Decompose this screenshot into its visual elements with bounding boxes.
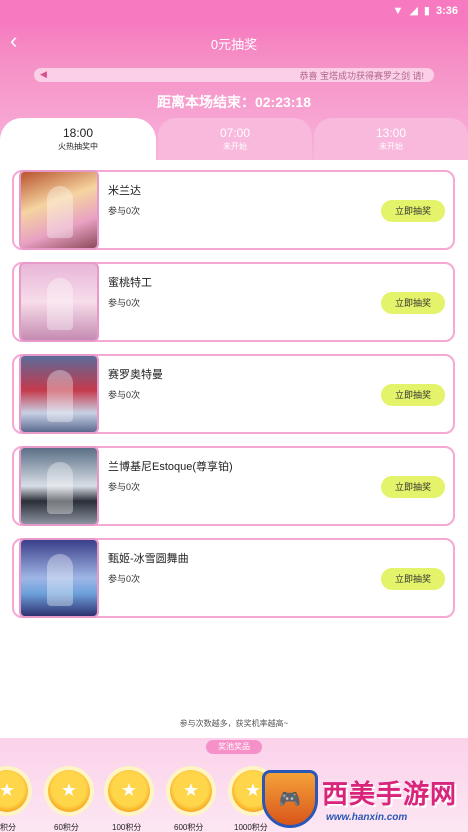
status-bar: ▼ ◢ ▮ 3:36 xyxy=(0,0,468,22)
reward-pool-badge: 奖池奖品 xyxy=(206,740,262,754)
coin-icon: ★ xyxy=(170,770,212,812)
prize-image xyxy=(19,262,99,342)
tab-1300[interactable]: 13:00 未开始 xyxy=(314,118,468,160)
prize-image xyxy=(19,170,99,250)
status-time: 3:36 xyxy=(435,4,458,17)
prize-image xyxy=(19,446,99,526)
draw-button[interactable]: 立即抽奖 xyxy=(381,568,445,590)
battery-icon: ▮ xyxy=(423,5,430,17)
participation-count: 参与0次 xyxy=(108,574,141,584)
list-item: 甄姬-冰雪圆舞曲 参与0次 立即抽奖 xyxy=(12,538,455,618)
countdown-timer: 距离本场结束：02:23:18 xyxy=(156,94,312,110)
watermark-brand: 西美手游网 xyxy=(322,779,458,809)
prize-name: 蜜桃特工 xyxy=(108,277,152,289)
signal-icon: ◢ xyxy=(409,5,418,17)
draw-button[interactable]: 立即抽奖 xyxy=(381,476,445,498)
coin-icon: ★ xyxy=(108,770,150,812)
marquee-text: 恭喜 宝塔成功获得赛罗之剑 请! xyxy=(299,71,424,81)
hint-text: 参与次数越多，获奖机率越高~ xyxy=(179,719,289,728)
list-item: 蜜桃特工 参与0次 立即抽奖 xyxy=(12,262,455,342)
prize-name: 赛罗奥特曼 xyxy=(108,369,163,381)
page-title: 0元抽奖 xyxy=(210,37,258,52)
prize-image xyxy=(19,538,99,618)
list-item: 米兰达 参与0次 立即抽奖 xyxy=(12,170,455,250)
tab-1800[interactable]: 18:00 火热抽奖中 xyxy=(0,118,156,160)
tab-time: 18:00 xyxy=(62,126,94,140)
wifi-icon: ▼ xyxy=(392,4,404,17)
draw-button[interactable]: 立即抽奖 xyxy=(381,384,445,406)
coin-label: 积分 xyxy=(0,823,16,832)
marquee-bar: ◀ 恭喜 宝塔成功获得赛罗之剑 请! xyxy=(34,68,434,82)
session-tabs: 18:00 火热抽奖中 07:00 未开始 13:00 未开始 xyxy=(0,118,468,160)
tab-time: 13:00 xyxy=(375,126,407,140)
prize-name: 甄姬-冰雪圆舞曲 xyxy=(108,553,189,565)
prize-name: 米兰达 xyxy=(108,185,141,197)
tab-time: 07:00 xyxy=(219,126,251,140)
draw-button[interactable]: 立即抽奖 xyxy=(381,200,445,222)
prize-image xyxy=(19,354,99,434)
speaker-icon: ◀ xyxy=(40,69,47,79)
list-item: 兰博基尼Estoque(尊享铂) 参与0次 立即抽奖 xyxy=(12,446,455,526)
watermark-url: www.hanxin.com xyxy=(326,812,408,823)
participation-count: 参与0次 xyxy=(108,206,141,216)
top-bar: ‹ 0元抽奖 xyxy=(0,22,468,64)
gamepad-icon: 🎮 xyxy=(262,770,318,828)
coin-label: 100积分 xyxy=(112,823,142,832)
draw-button[interactable]: 立即抽奖 xyxy=(381,292,445,314)
tab-0700[interactable]: 07:00 未开始 xyxy=(158,118,312,160)
coin-icon: ★ xyxy=(0,770,28,812)
tab-status: 未开始 xyxy=(379,142,403,151)
status-icons: ▼ ◢ ▮ 3:36 xyxy=(392,4,458,18)
participation-count: 参与0次 xyxy=(108,298,141,308)
coin-label: 60积分 xyxy=(54,823,79,832)
coin-label: 600积分 xyxy=(174,823,204,832)
participation-count: 参与0次 xyxy=(108,390,141,400)
list-item: 赛罗奥特曼 参与0次 立即抽奖 xyxy=(12,354,455,434)
participation-count: 参与0次 xyxy=(108,482,141,492)
tab-status: 未开始 xyxy=(223,142,247,151)
coin-icon: ★ xyxy=(48,770,90,812)
watermark-logo: 🎮 西美手游网 www.hanxin.com xyxy=(262,770,462,832)
tab-status: 火热抽奖中 xyxy=(58,142,98,151)
prize-name: 兰博基尼Estoque(尊享铂) xyxy=(108,461,233,473)
